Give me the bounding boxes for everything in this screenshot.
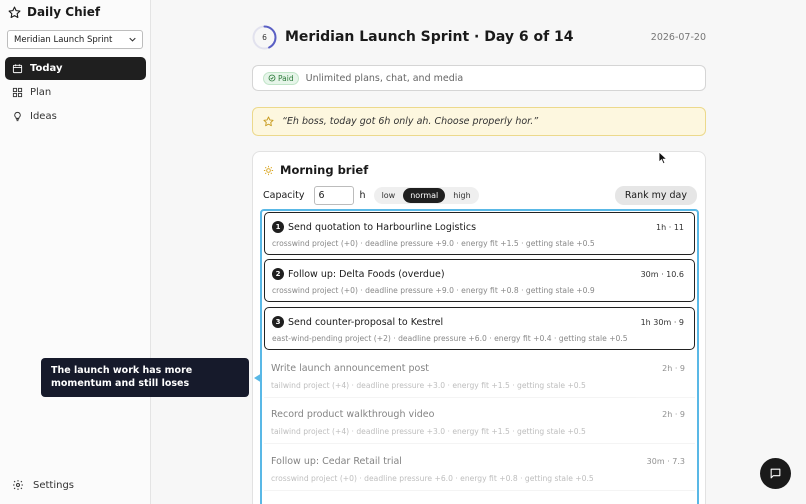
chat-button[interactable] (760, 458, 791, 489)
calendar-icon (12, 64, 23, 74)
rank-badge: 2 (272, 268, 284, 280)
task-meta: 2h · 9 (662, 364, 685, 373)
quote-text: “Eh boss, today got 6h only ah. Choose p… (282, 116, 539, 127)
chat-bubble-icon (770, 468, 781, 479)
energy-high-button[interactable]: high (446, 188, 477, 203)
energy-normal-button[interactable]: normal (403, 188, 446, 203)
capacity-label: Capacity (263, 190, 305, 201)
task-row[interactable]: Follow up: Cedar Retail trial 30m · 7.3 c… (264, 448, 695, 491)
sidebar-item-label: Today (30, 63, 63, 74)
day-progress-ring: 6 (252, 25, 277, 50)
task-title: Record product walkthrough video (271, 409, 435, 420)
brand-name: Daily Chief (27, 5, 101, 19)
page-title: Meridian Launch Sprint · Day 6 of 14 (285, 29, 574, 45)
task-meta: 2h · 9 (662, 410, 685, 419)
rank-badge: 3 (272, 316, 284, 328)
rank-badge: 1 (272, 221, 284, 233)
morning-brief-card: Morning brief Capacity 6 h low normal hi… (252, 151, 706, 504)
brief-title: Morning brief (263, 163, 368, 177)
cursor-icon (658, 151, 668, 165)
task-meta: 30m · 10.6 (640, 269, 684, 279)
sidebar-item-settings[interactable]: Settings (12, 479, 74, 491)
task-meta: 1h 30m · 9 (640, 317, 684, 327)
task-meta: 1h · 11 (656, 222, 684, 232)
task-reason: crosswind project (+0) · deadline pressu… (272, 239, 595, 248)
gear-icon (13, 480, 23, 490)
check-circle-icon (268, 74, 276, 82)
grid-icon (12, 87, 23, 98)
task-reason: tailwind project (+4) · deadline pressur… (271, 381, 586, 390)
energy-low-button[interactable]: low (375, 188, 403, 203)
task-meta: 30m · 7.3 (646, 457, 685, 466)
task-row[interactable]: Record product walkthrough video 2h · 9 t… (264, 401, 695, 444)
task-title: Follow up: Delta Foods (overdue) (288, 268, 445, 280)
chevron-down-icon (129, 37, 136, 42)
brief-title-text: Morning brief (280, 163, 369, 177)
plan-status-text: Unlimited plans, chat, and media (305, 72, 464, 84)
sidebar-nav: Today Plan Ideas (5, 57, 146, 129)
ranked-task-list: 1 Send quotation to Harbourline Logistics… (260, 209, 699, 504)
sidebar: Daily Chief Meridian Launch Sprint Today… (0, 0, 151, 504)
sidebar-item-today[interactable]: Today (5, 57, 146, 80)
brand[interactable]: Daily Chief (8, 5, 100, 19)
energy-toggle: low normal high (373, 187, 479, 204)
tutorial-callout: The launch work has more momentum and st… (41, 358, 249, 397)
capacity-value: 6 (318, 190, 325, 201)
task-reason: crosswind project (+0) · deadline pressu… (271, 474, 594, 483)
task-title: Send counter-proposal to Kestrel (288, 316, 444, 328)
capacity-input[interactable]: 6 (313, 186, 354, 205)
chief-quote: “Eh boss, today got 6h only ah. Choose p… (252, 107, 706, 136)
task-row[interactable]: 1 Send quotation to Harbourline Logistics… (264, 212, 695, 255)
main-content: 6 Meridian Launch Sprint · Day 6 of 14 2… (151, 0, 806, 504)
sidebar-item-label: Ideas (30, 111, 57, 122)
callout-pointer (254, 373, 262, 383)
sidebar-item-plan[interactable]: Plan (5, 81, 146, 104)
capacity-unit: h (359, 190, 366, 201)
paid-badge-label: Paid (278, 73, 294, 83)
lightbulb-icon (14, 111, 21, 122)
task-reason: crosswind project (+0) · deadline pressu… (272, 286, 595, 295)
star-icon (263, 116, 274, 127)
task-reason: east-wind-pending project (+2) · deadlin… (272, 334, 628, 343)
page-date: 2026-07-20 (650, 31, 706, 43)
plan-select-value: Meridian Launch Sprint (14, 34, 113, 45)
task-title: Write launch announcement post (271, 363, 430, 374)
capacity-row: Capacity 6 h low normal high Rank my day (263, 185, 697, 206)
sidebar-item-ideas[interactable]: Ideas (5, 105, 146, 128)
task-title: Send quotation to Harbourline Logistics (288, 221, 477, 233)
day-number: 6 (262, 32, 267, 42)
settings-label: Settings (33, 479, 75, 491)
task-row[interactable]: Write launch announcement post 2h · 9 tai… (264, 355, 695, 398)
paid-badge: Paid (263, 71, 299, 85)
task-row[interactable]: 2 Follow up: Delta Foods (overdue) 30m · 1… (264, 259, 695, 302)
task-reason: tailwind project (+4) · deadline pressur… (271, 427, 586, 436)
sidebar-item-label: Plan (30, 87, 52, 98)
task-row[interactable]: 3 Send counter-proposal to Kestrel 1h 30m … (264, 307, 695, 350)
star-icon (8, 6, 21, 18)
sun-icon (263, 165, 274, 175)
rank-my-day-button[interactable]: Rank my day (614, 186, 697, 205)
task-title: Follow up: Cedar Retail trial (271, 456, 402, 467)
page-header: 6 Meridian Launch Sprint · Day 6 of 14 2… (252, 24, 706, 50)
plan-select[interactable]: Meridian Launch Sprint (7, 30, 143, 49)
plan-status-bar: Paid Unlimited plans, chat, and media (252, 65, 706, 91)
